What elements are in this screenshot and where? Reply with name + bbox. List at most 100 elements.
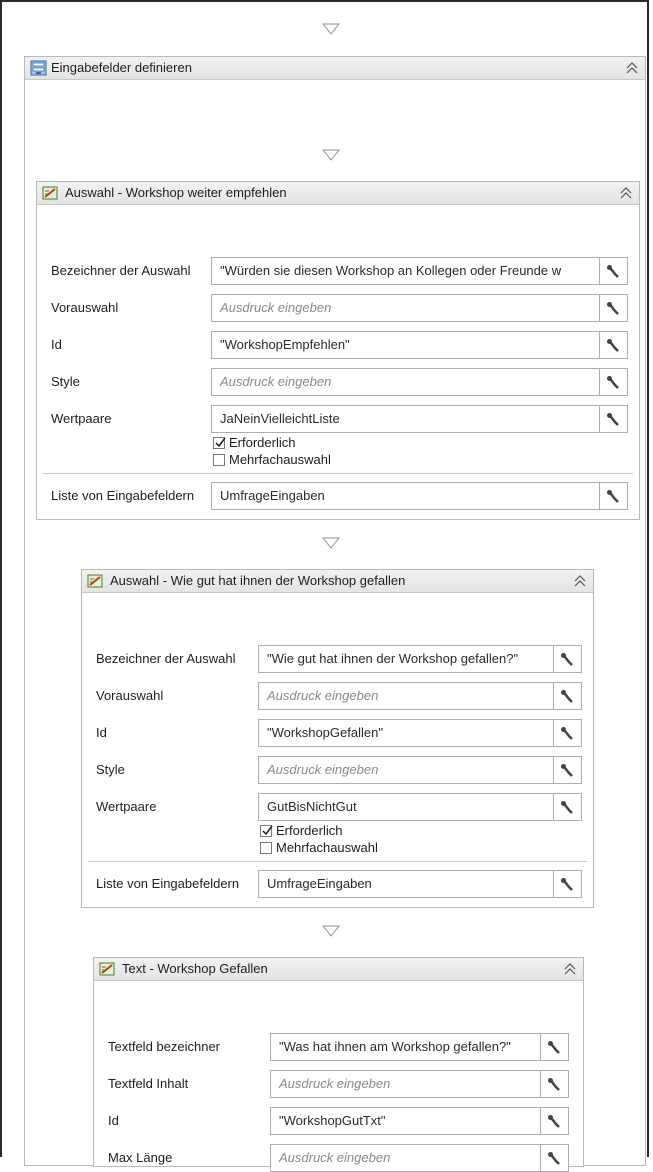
required-checkbox-label: Erforderlich bbox=[229, 435, 296, 450]
text-activity-header[interactable]: Text - Workshop Gefallen bbox=[94, 958, 583, 981]
choice-activity-panel[interactable]: Auswahl - Wie gut hat ihnen der Workshop… bbox=[81, 569, 594, 908]
outer-activity-header[interactable]: Eingabefelder definieren bbox=[25, 57, 645, 80]
expression-editor-button[interactable] bbox=[554, 719, 582, 747]
expression-editor-button[interactable] bbox=[600, 405, 628, 433]
field-label: Style bbox=[96, 762, 125, 777]
multiselect-checkbox-label: Mehrfachauswahl bbox=[276, 840, 378, 855]
field-label: Textfeld Inhalt bbox=[108, 1076, 189, 1091]
field-label: Wertpaare bbox=[96, 799, 157, 814]
field-label: Liste von Eingabefeldern bbox=[51, 488, 195, 503]
checkmark-icon bbox=[215, 437, 226, 448]
multiselect-checkbox-label: Mehrfachauswahl bbox=[229, 452, 331, 467]
wrench-icon bbox=[607, 265, 619, 278]
divider bbox=[43, 473, 633, 474]
choice-activity-header[interactable]: Auswahl - Wie gut hat ihnen der Workshop… bbox=[82, 570, 593, 593]
collapse-panel-icon[interactable] bbox=[619, 186, 633, 200]
wrench-icon bbox=[548, 1152, 560, 1165]
expression-editor-button[interactable] bbox=[541, 1033, 569, 1061]
textfield-label-field[interactable]: "Was hat ihnen am Workshop gefallen?" bbox=[270, 1033, 541, 1061]
multiselect-checkbox[interactable] bbox=[260, 842, 272, 854]
selection-label-field[interactable]: "Wie gut hat ihnen der Workshop gefallen… bbox=[258, 645, 554, 673]
field-label: Style bbox=[51, 374, 80, 389]
expression-editor-button[interactable] bbox=[554, 793, 582, 821]
wrench-icon bbox=[607, 490, 619, 503]
value-pairs-field[interactable]: JaNeinVielleichtListe bbox=[211, 405, 600, 433]
flow-arrow-icon bbox=[322, 925, 340, 937]
choice-activity-icon bbox=[99, 962, 115, 976]
collapse-panel-icon[interactable] bbox=[563, 962, 577, 976]
flow-arrow-icon bbox=[322, 23, 340, 35]
field-label: Id bbox=[96, 725, 107, 740]
textfield-content-field[interactable]: Ausdruck eingeben bbox=[270, 1070, 541, 1098]
wrench-icon bbox=[561, 690, 573, 703]
form-activity-icon bbox=[30, 60, 47, 76]
preselection-field[interactable]: Ausdruck eingeben bbox=[258, 682, 554, 710]
field-label: Id bbox=[108, 1113, 119, 1128]
field-label: Bezeichner der Auswahl bbox=[96, 651, 236, 666]
choice-activity-title: Auswahl - Wie gut hat ihnen der Workshop… bbox=[110, 573, 406, 588]
wrench-icon bbox=[607, 413, 619, 426]
checkmark-icon bbox=[262, 825, 273, 836]
style-field[interactable]: Ausdruck eingeben bbox=[211, 368, 600, 396]
divider bbox=[88, 861, 587, 862]
expression-editor-button[interactable] bbox=[600, 257, 628, 285]
wrench-icon bbox=[561, 801, 573, 814]
value-pairs-field[interactable]: GutBisNichtGut bbox=[258, 793, 554, 821]
choice-activity-panel[interactable]: Auswahl - Workshop weiter empfehlen Beze… bbox=[36, 181, 640, 520]
field-label: Bezeichner der Auswahl bbox=[51, 263, 191, 278]
designer-canvas: Eingabefelder definieren Auswahl - Works… bbox=[0, 0, 649, 1172]
field-label: Max Länge bbox=[108, 1150, 173, 1165]
required-checkbox[interactable] bbox=[213, 437, 226, 449]
flow-arrow-icon bbox=[322, 149, 340, 161]
flow-arrow-icon bbox=[322, 537, 340, 549]
choice-activity-icon bbox=[42, 186, 58, 200]
field-label: Textfeld bezeichner bbox=[108, 1039, 221, 1054]
choice-activity-title: Auswahl - Workshop weiter empfehlen bbox=[65, 185, 287, 200]
multiselect-checkbox[interactable] bbox=[213, 454, 225, 466]
wrench-icon bbox=[548, 1115, 560, 1128]
id-field[interactable]: "WorkshopGutTxt" bbox=[270, 1107, 541, 1135]
id-field[interactable]: "WorkshopGefallen" bbox=[258, 719, 554, 747]
wrench-icon bbox=[561, 727, 573, 740]
expression-editor-button[interactable] bbox=[554, 645, 582, 673]
field-label: Vorauswahl bbox=[96, 688, 164, 703]
field-label: Liste von Eingabefeldern bbox=[96, 876, 240, 891]
wrench-icon bbox=[561, 764, 573, 777]
preselection-field[interactable]: Ausdruck eingeben bbox=[211, 294, 600, 322]
expression-editor-button[interactable] bbox=[600, 294, 628, 322]
choice-activity-icon bbox=[87, 574, 103, 588]
id-field[interactable]: "WorkshopEmpfehlen" bbox=[211, 331, 600, 359]
max-length-field[interactable]: Ausdruck eingeben bbox=[270, 1144, 541, 1172]
choice-activity-header[interactable]: Auswahl - Workshop weiter empfehlen bbox=[37, 182, 639, 205]
wrench-icon bbox=[548, 1041, 560, 1054]
field-label: Vorauswahl bbox=[51, 300, 119, 315]
wrench-icon bbox=[607, 376, 619, 389]
wrench-icon bbox=[561, 653, 573, 666]
expression-editor-button[interactable] bbox=[554, 756, 582, 784]
expression-editor-button[interactable] bbox=[554, 870, 582, 898]
wrench-icon bbox=[561, 878, 573, 891]
expression-editor-button[interactable] bbox=[554, 682, 582, 710]
expression-editor-button[interactable] bbox=[600, 331, 628, 359]
collapse-outer-icon[interactable] bbox=[625, 61, 639, 75]
wrench-icon bbox=[607, 302, 619, 315]
input-list-field[interactable]: UmfrageEingaben bbox=[211, 482, 600, 510]
text-activity-title: Text - Workshop Gefallen bbox=[122, 961, 268, 976]
expression-editor-button[interactable] bbox=[541, 1107, 569, 1135]
outer-activity-title: Eingabefelder definieren bbox=[51, 60, 192, 75]
required-checkbox-label: Erforderlich bbox=[276, 823, 343, 838]
collapse-panel-icon[interactable] bbox=[573, 574, 587, 588]
wrench-icon bbox=[607, 339, 619, 352]
selection-label-field[interactable]: "Würden sie diesen Workshop an Kollegen … bbox=[211, 257, 600, 285]
input-list-field[interactable]: UmfrageEingaben bbox=[258, 870, 554, 898]
field-label: Wertpaare bbox=[51, 411, 112, 426]
field-label: Id bbox=[51, 337, 62, 352]
expression-editor-button[interactable] bbox=[541, 1070, 569, 1098]
required-checkbox[interactable] bbox=[260, 825, 273, 837]
expression-editor-button[interactable] bbox=[600, 482, 628, 510]
expression-editor-button[interactable] bbox=[600, 368, 628, 396]
text-activity-panel[interactable]: Text - Workshop Gefallen Textfeld bezeic… bbox=[93, 957, 584, 1172]
style-field[interactable]: Ausdruck eingeben bbox=[258, 756, 554, 784]
expression-editor-button[interactable] bbox=[541, 1144, 569, 1172]
wrench-icon bbox=[548, 1078, 560, 1091]
